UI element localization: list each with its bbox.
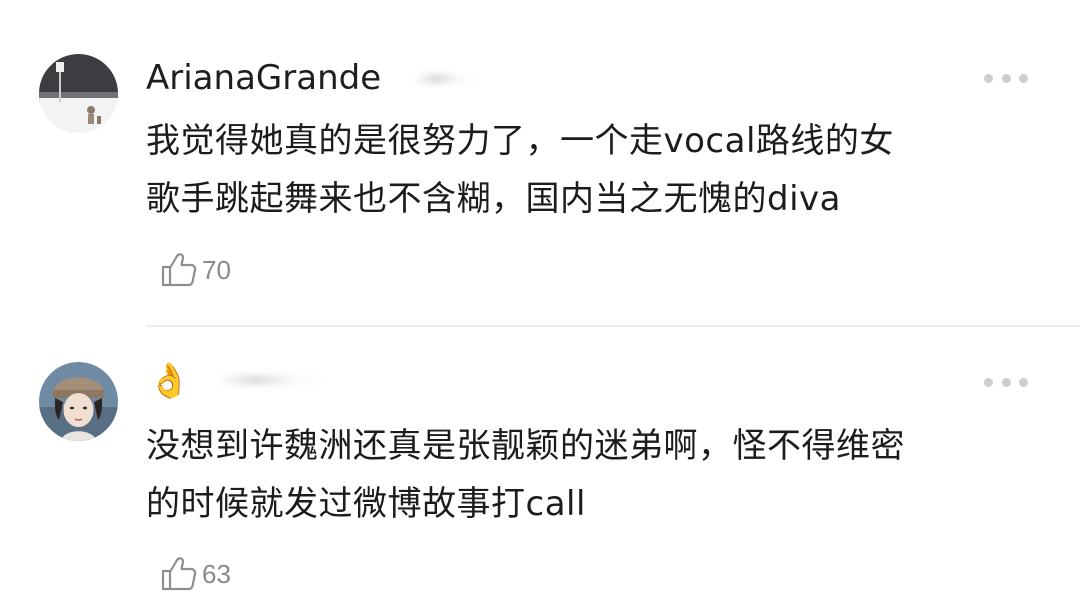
ok-hand-emoji: 👌 bbox=[148, 361, 191, 401]
more-dots-icon[interactable] bbox=[984, 71, 1028, 85]
comment-item: 👌 没想到许魏洲还真是张靓颖的迷弟啊，怪不得维密 的时候就发过微博故事打call… bbox=[0, 327, 1080, 616]
thumbs-up-icon bbox=[161, 557, 197, 591]
avatar[interactable] bbox=[39, 362, 118, 441]
comment-text-line: 我觉得她真的是很努力了，一个走vocal路线的女 bbox=[146, 121, 894, 161]
username[interactable]: ArianaGrande bbox=[146, 58, 381, 98]
comment-text: 我觉得她真的是很努力了，一个走vocal路线的女 歌手跳起舞来也不含糊，国内当之… bbox=[146, 112, 1046, 228]
like-count: 63 bbox=[202, 558, 231, 589]
like-button[interactable]: 63 bbox=[160, 554, 231, 594]
avatar[interactable] bbox=[39, 54, 118, 133]
thumbs-up-icon bbox=[161, 253, 197, 287]
blurred-user-info bbox=[414, 74, 480, 84]
like-count: 70 bbox=[202, 254, 231, 285]
comment-text-line: 没想到许魏洲还真是张靓颖的迷弟啊，怪不得维密 bbox=[146, 426, 905, 466]
comment-text-line: 歌手跳起舞来也不含糊，国内当之无愧的diva bbox=[146, 179, 841, 219]
like-button[interactable]: 70 bbox=[160, 250, 231, 290]
blurred-username bbox=[218, 375, 330, 385]
comment-item: ArianaGrande 我觉得她真的是很努力了，一个走vocal路线的女 歌手… bbox=[0, 0, 1080, 327]
comment-text-line: 的时候就发过微博故事打call bbox=[146, 484, 586, 524]
more-dots-icon[interactable] bbox=[984, 375, 1028, 389]
comment-text: 没想到许魏洲还真是张靓颖的迷弟啊，怪不得维密 的时候就发过微博故事打call bbox=[146, 417, 1046, 533]
